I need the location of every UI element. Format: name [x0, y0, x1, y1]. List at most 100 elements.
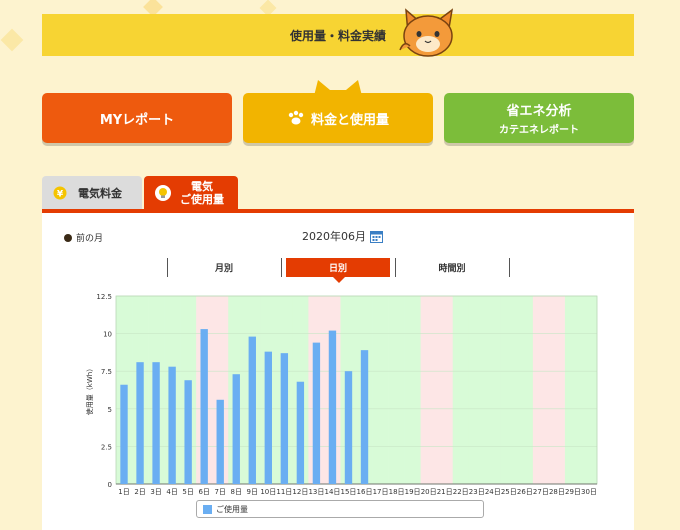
x-tick-label: 28日: [549, 488, 565, 496]
paw-icon: [288, 110, 304, 125]
usage-bar: [168, 366, 176, 484]
usage-bar: [216, 399, 224, 484]
weekday-band: [468, 296, 486, 484]
bullet-icon: [64, 233, 72, 242]
x-tick-label: 20日: [421, 488, 437, 496]
fee-and-usage-button[interactable]: 料金と使用量: [243, 93, 433, 143]
usage-bar: [280, 353, 289, 484]
page-title: 使用量・料金実績: [289, 28, 386, 43]
tab-electricity-usage-label: 電気 ご使用量: [180, 180, 224, 206]
x-tick-label: 19日: [405, 488, 421, 496]
x-tick-label: 21日: [437, 488, 453, 496]
x-tick-label: 13日: [308, 488, 324, 496]
tab-electricity-usage[interactable]: 電気 ご使用量: [144, 176, 238, 210]
weekday-band: [372, 296, 389, 484]
x-tick-label: 10日: [260, 488, 276, 496]
weekend-band: [548, 296, 566, 484]
x-tick-label: 12日: [292, 488, 308, 496]
x-tick-label: 9日: [247, 488, 258, 496]
y-tick-label: 12.5: [96, 293, 112, 301]
usage-bar: [152, 362, 160, 484]
legend-label: ご使用量: [216, 504, 248, 514]
weekday-band: [564, 296, 582, 484]
weekday-band: [500, 296, 518, 484]
x-tick-label: 5日: [182, 488, 193, 496]
prev-month-label: 前の月: [76, 234, 104, 244]
usage-bar: [312, 342, 321, 484]
month-selector: 2020年06月: [302, 228, 383, 244]
weekday-band: [404, 296, 421, 484]
x-tick-label: 6日: [198, 488, 209, 496]
usage-bar-chart: 0 2.5 5 7.5 10 12.5 1日 2日 3日 4日 5日 6日 7日 8日 9日 10日 11日 12…: [85, 293, 598, 496]
x-tick-label: 3日: [150, 488, 161, 496]
prev-month-link[interactable]: 前の月: [64, 231, 103, 244]
eco-analysis-button[interactable]: 省エネ分析 カテエネレポート: [444, 93, 634, 143]
usage-bar: [296, 381, 305, 484]
usage-bar: [248, 336, 256, 484]
y-tick-label: 10: [103, 331, 112, 339]
x-tick-label: 23日: [469, 488, 485, 496]
x-tick-label: 2日: [134, 488, 145, 496]
coin-bulb-icon: ¥: [53, 186, 67, 200]
eco-analysis-subtitle: カテエネレポート: [499, 125, 579, 136]
usage-bar: [120, 384, 128, 484]
x-tick-label: 17日: [373, 488, 389, 496]
usage-bar: [264, 351, 273, 484]
weekend-band: [532, 296, 550, 484]
tab-usage-line1: 電気: [191, 180, 213, 193]
usage-bar: [136, 362, 144, 484]
x-tick-label: 14日: [324, 488, 340, 496]
weekday-band: [516, 296, 534, 484]
usage-bar: [200, 329, 208, 484]
eco-analysis-title: 省エネ分析: [506, 104, 572, 119]
period-separator: [509, 258, 510, 277]
weekday-band: [452, 296, 470, 484]
x-tick-label: 27日: [533, 488, 549, 496]
y-axis-label: 使用量（kWh）: [85, 365, 94, 415]
x-tick-label: 11日: [276, 488, 292, 496]
weekday-band: [388, 296, 405, 484]
x-tick-label: 16日: [357, 488, 373, 496]
x-tick-label: 4日: [166, 488, 177, 496]
y-tick-label: 0: [108, 481, 112, 489]
chart-legend: ご使用量: [196, 500, 484, 518]
my-report-label: MYレポート: [99, 112, 175, 128]
tab-electricity-fee-label: 電気料金: [78, 187, 122, 200]
calendar-icon[interactable]: [370, 230, 383, 243]
x-tick-label: 1日: [118, 488, 129, 496]
x-tick-label: 15日: [341, 488, 357, 496]
background-diamond: [0, 28, 24, 52]
x-tick-label: 8日: [231, 488, 242, 496]
svg-text:¥: ¥: [57, 190, 64, 200]
x-tick-label: 24日: [485, 488, 501, 496]
x-tick-label: 25日: [501, 488, 517, 496]
tab-usage-line2: ご使用量: [180, 193, 224, 206]
weekday-band: [580, 296, 598, 484]
cat-mascot-icon: [399, 8, 454, 57]
lightbulb-icon: [155, 185, 171, 201]
period-tab-monthly[interactable]: 月別: [168, 258, 280, 277]
tab-electricity-fee[interactable]: ¥ 電気料金: [42, 176, 142, 210]
x-tick-label: 18日: [389, 488, 405, 496]
x-tick-label: 7日: [214, 488, 225, 496]
y-tick-label: 2.5: [101, 443, 112, 451]
period-tab-daily[interactable]: 日別: [286, 258, 390, 277]
weekend-band: [420, 296, 437, 484]
period-tab-hourly[interactable]: 時間別: [396, 258, 508, 277]
usage-bar: [232, 374, 240, 484]
usage-bar: [328, 330, 337, 484]
x-tick-label: 30日: [581, 488, 597, 496]
fee-and-usage-label: 料金と使用量: [310, 112, 389, 128]
x-tick-label: 26日: [517, 488, 533, 496]
y-tick-label: 7.5: [101, 368, 112, 376]
y-tick-label: 5: [108, 406, 112, 414]
selected-period-pointer: [333, 277, 345, 283]
my-report-button[interactable]: MYレポート: [42, 93, 232, 143]
page-header: 使用量・料金実績: [42, 14, 634, 56]
current-month: 2020年06月: [302, 230, 366, 243]
period-separator: [281, 258, 282, 277]
weekday-band: [484, 296, 502, 484]
x-tick-label: 22日: [453, 488, 469, 496]
legend-swatch: [203, 504, 212, 514]
weekend-band: [436, 296, 453, 484]
